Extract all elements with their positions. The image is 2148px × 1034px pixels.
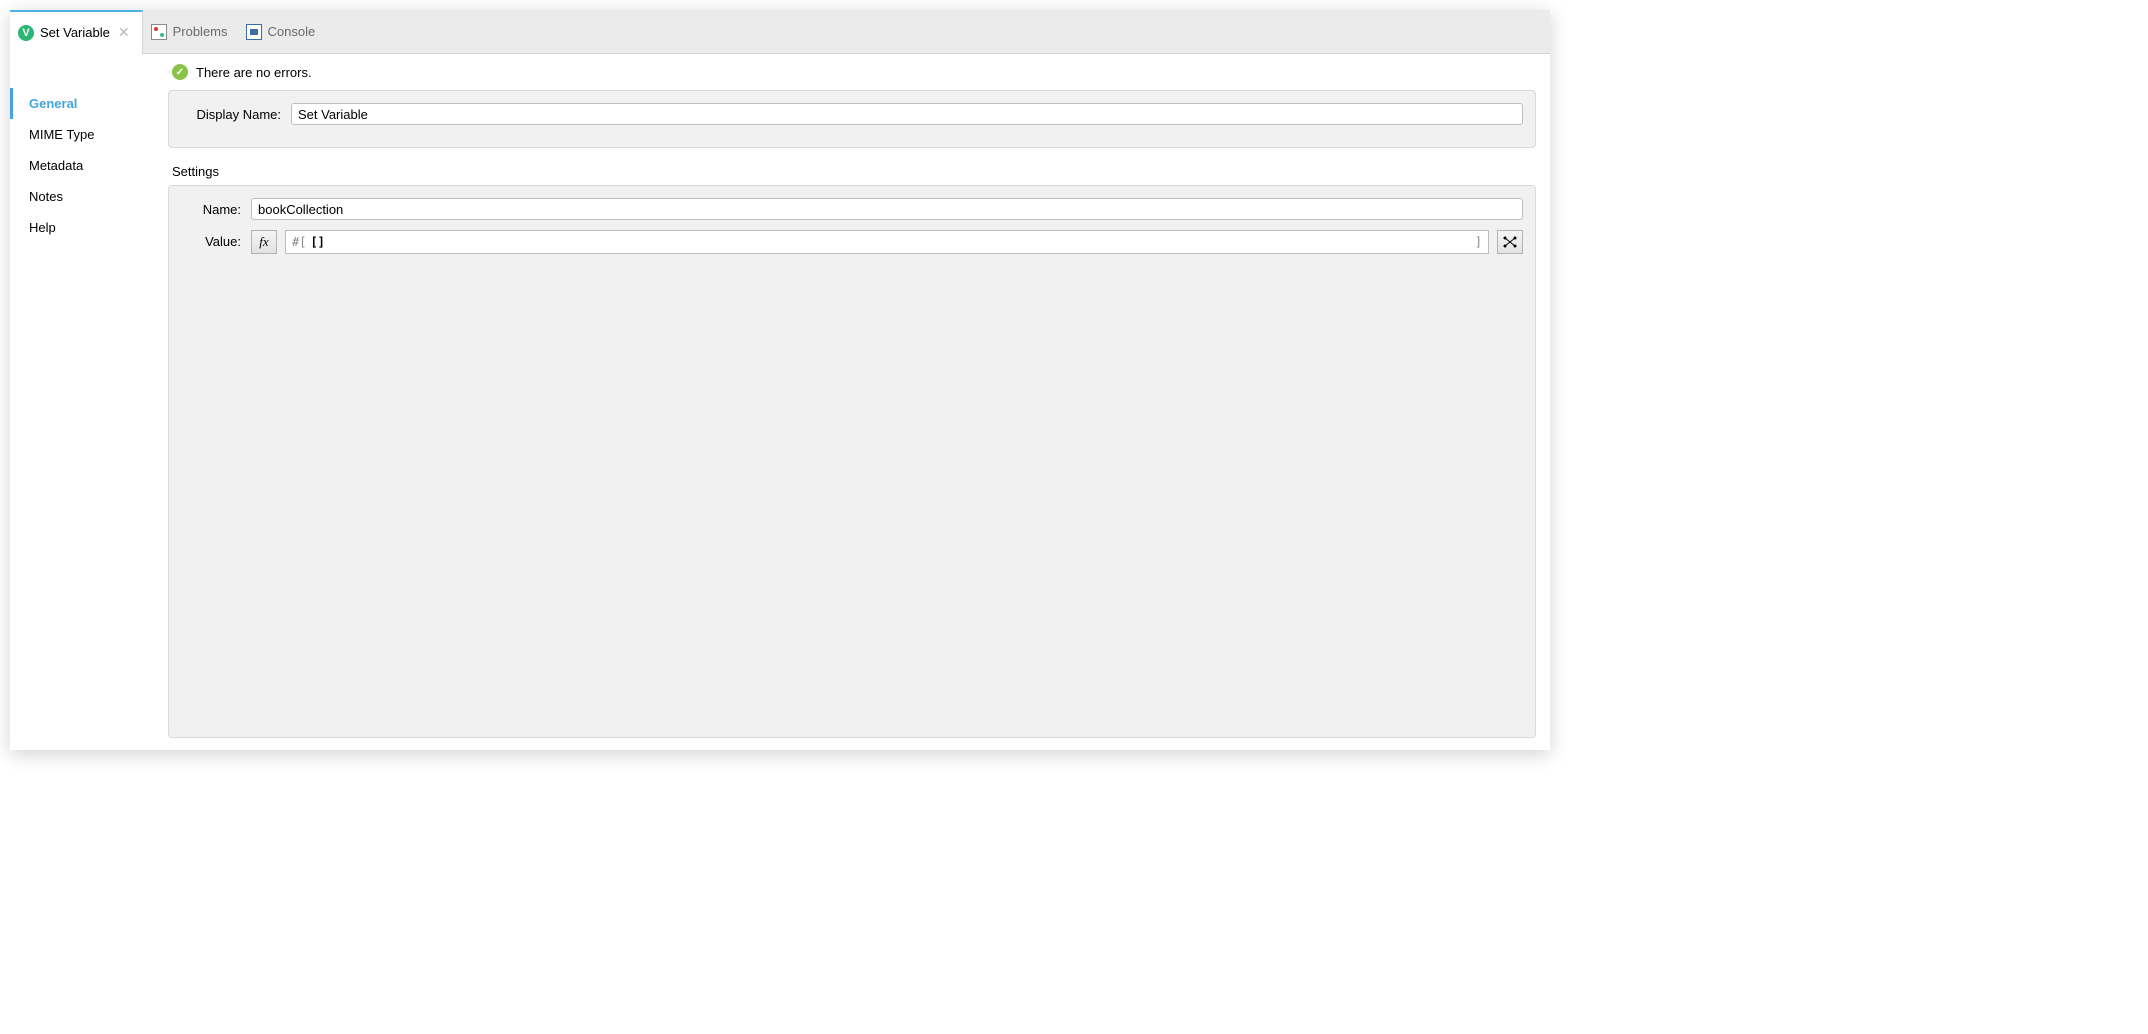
status-bar: There are no errors. bbox=[158, 54, 1550, 90]
tab-problems[interactable]: Problems bbox=[143, 10, 238, 53]
console-icon bbox=[246, 24, 262, 40]
name-input[interactable] bbox=[251, 198, 1523, 220]
tab-label: Problems bbox=[173, 24, 228, 39]
sidebar: General MIME Type Metadata Notes Help bbox=[10, 54, 158, 750]
sidebar-item-metadata[interactable]: Metadata bbox=[10, 150, 158, 181]
fx-button[interactable]: fx bbox=[251, 230, 277, 254]
status-ok-icon bbox=[172, 64, 188, 80]
value-expression-input[interactable]: #[ [] ] bbox=[285, 230, 1489, 254]
expr-body: [] bbox=[310, 235, 324, 249]
value-group: fx #[ [] ] bbox=[251, 230, 1523, 254]
content: There are no errors. Display Name: Setti… bbox=[158, 54, 1550, 750]
settings-panel: Name: Value: fx #[ [] ] bbox=[168, 185, 1536, 738]
mapping-button[interactable] bbox=[1497, 230, 1523, 254]
sidebar-item-label: MIME Type bbox=[29, 127, 95, 142]
close-tab-icon[interactable]: ✕ bbox=[116, 24, 132, 41]
sidebar-item-label: Metadata bbox=[29, 158, 83, 173]
expr-open-delimiter: #[ bbox=[292, 235, 306, 249]
problems-icon bbox=[151, 24, 167, 40]
display-name-label: Display Name: bbox=[181, 107, 291, 122]
sidebar-item-label: Notes bbox=[29, 189, 63, 204]
value-label: Value: bbox=[181, 230, 251, 249]
sidebar-item-mime-type[interactable]: MIME Type bbox=[10, 119, 158, 150]
mapping-icon bbox=[1502, 235, 1518, 249]
sidebar-item-general[interactable]: General bbox=[10, 88, 158, 119]
status-message: There are no errors. bbox=[196, 65, 312, 80]
expr-close-delimiter: ] bbox=[1475, 235, 1482, 249]
name-label: Name: bbox=[181, 198, 251, 217]
sidebar-item-help[interactable]: Help bbox=[10, 212, 158, 243]
body: General MIME Type Metadata Notes Help Th… bbox=[10, 54, 1550, 750]
display-name-input[interactable] bbox=[291, 103, 1523, 125]
sidebar-item-notes[interactable]: Notes bbox=[10, 181, 158, 212]
tabbar: V Set Variable ✕ Problems Console bbox=[10, 10, 1550, 54]
set-variable-icon: V bbox=[18, 25, 34, 41]
fx-icon: fx bbox=[259, 234, 268, 250]
tab-set-variable[interactable]: V Set Variable ✕ bbox=[10, 10, 143, 53]
settings-heading: Settings bbox=[172, 164, 1536, 179]
display-name-panel: Display Name: bbox=[168, 90, 1536, 148]
sidebar-item-label: General bbox=[29, 96, 77, 111]
sidebar-item-label: Help bbox=[29, 220, 56, 235]
app-frame: V Set Variable ✕ Problems Console Genera… bbox=[10, 10, 1550, 750]
tab-label: Console bbox=[268, 24, 316, 39]
tab-console[interactable]: Console bbox=[238, 10, 326, 53]
tab-label: Set Variable bbox=[40, 25, 110, 40]
